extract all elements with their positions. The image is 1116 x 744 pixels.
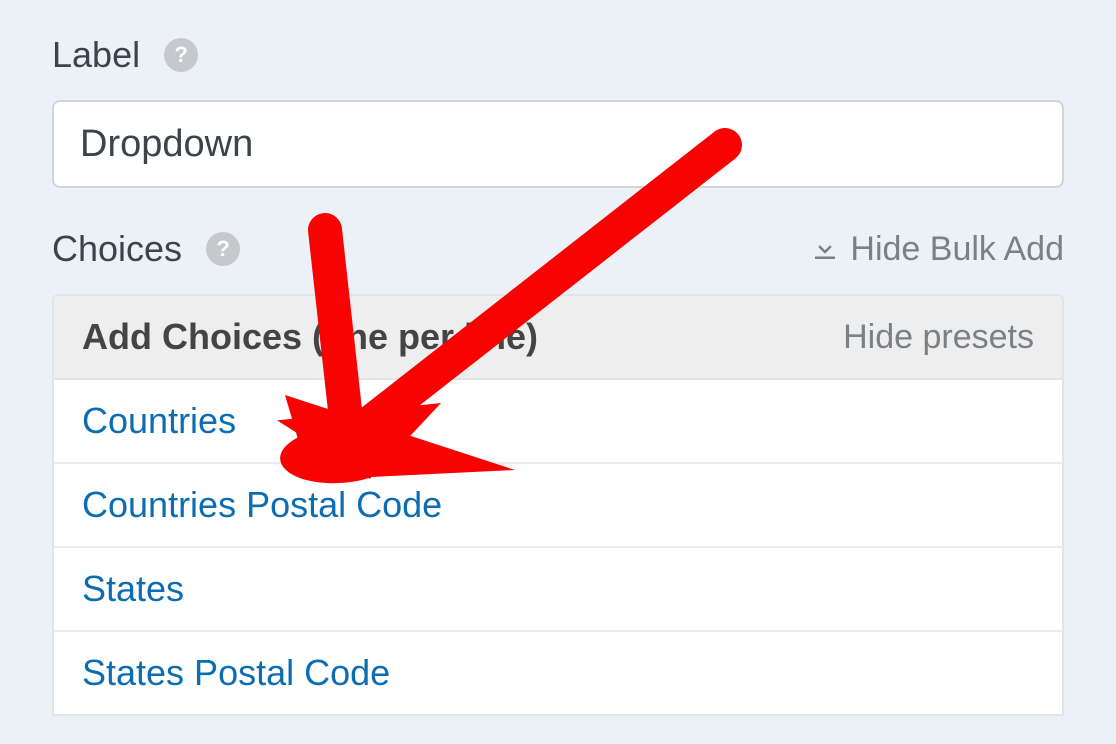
choices-panel-header: Add Choices (one per line) Hide presets (54, 296, 1062, 380)
field-settings-panel: Label ? Choices ? Hide Bulk Add Add Choi… (0, 0, 1116, 716)
label-row: Label ? (52, 34, 1064, 76)
preset-item-countries-postal[interactable]: Countries Postal Code (54, 464, 1062, 548)
choices-panel: Add Choices (one per line) Hide presets … (52, 294, 1064, 716)
label-input[interactable] (52, 100, 1064, 188)
download-icon (810, 234, 840, 264)
preset-item-states[interactable]: States (54, 548, 1062, 632)
choices-panel-title: Add Choices (one per line) (82, 316, 538, 358)
choices-title: Choices (52, 228, 182, 270)
preset-item-states-postal[interactable]: States Postal Code (54, 632, 1062, 714)
choices-header: Choices ? Hide Bulk Add (52, 228, 1064, 270)
help-icon[interactable]: ? (164, 38, 198, 72)
help-icon[interactable]: ? (206, 232, 240, 266)
hide-bulk-add-link[interactable]: Hide Bulk Add (810, 230, 1064, 269)
hide-presets-link[interactable]: Hide presets (843, 318, 1034, 357)
choices-left: Choices ? (52, 228, 240, 270)
label-title: Label (52, 34, 140, 76)
preset-item-countries[interactable]: Countries (54, 380, 1062, 464)
hide-bulk-add-label: Hide Bulk Add (850, 230, 1064, 269)
